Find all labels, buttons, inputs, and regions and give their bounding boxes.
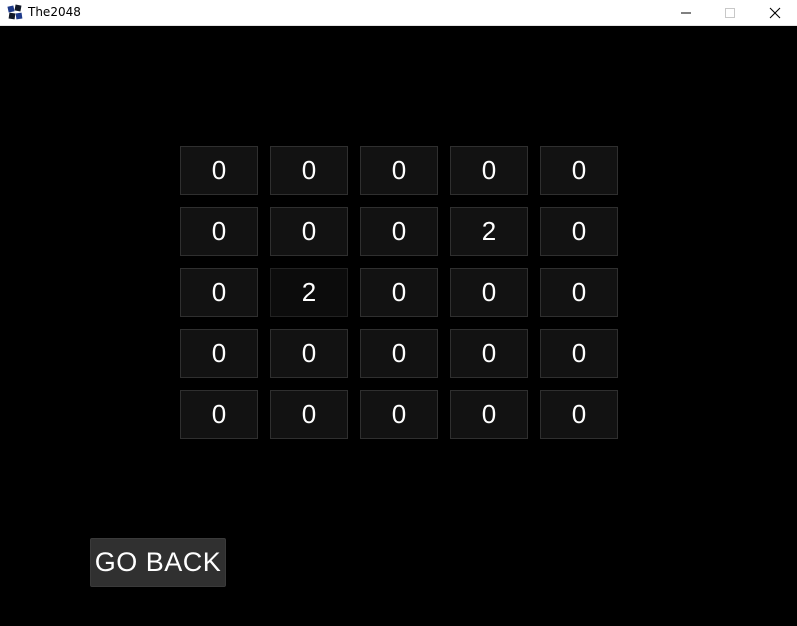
grid-tile: 0: [450, 390, 528, 439]
minimize-button[interactable]: [663, 0, 709, 26]
window-title: The2048: [28, 5, 81, 19]
close-icon: [769, 7, 781, 19]
maximize-button[interactable]: [707, 0, 753, 26]
grid-tile: 0: [540, 390, 618, 439]
grid-tile: 0: [450, 146, 528, 195]
grid-tile: 0: [450, 329, 528, 378]
grid-tile: 0: [360, 207, 438, 256]
grid-tile: 0: [270, 146, 348, 195]
grid-tile: 0: [540, 268, 618, 317]
grid-tile: 0: [180, 146, 258, 195]
grid-tile: 0: [180, 329, 258, 378]
maximize-icon: [725, 8, 735, 18]
grid-tile: 2: [450, 207, 528, 256]
close-button[interactable]: [752, 0, 797, 26]
grid-tile: 0: [180, 268, 258, 317]
title-bar: The2048: [0, 0, 797, 26]
grid-tile: 0: [180, 207, 258, 256]
grid-tile: 0: [270, 329, 348, 378]
grid-tile: 0: [450, 268, 528, 317]
grid-tile: 0: [360, 268, 438, 317]
minimize-icon: [681, 12, 691, 14]
grid-tile: 0: [270, 390, 348, 439]
grid-tile: 0: [360, 146, 438, 195]
grid-tile: 2: [270, 268, 348, 317]
grid-tile: 0: [540, 207, 618, 256]
grid-tile: 0: [180, 390, 258, 439]
grid-tile: 0: [540, 329, 618, 378]
app-logo-icon: [7, 4, 23, 20]
grid-tile: 0: [360, 329, 438, 378]
grid-tile: 0: [270, 207, 348, 256]
go-back-button[interactable]: GO BACK: [90, 538, 226, 587]
grid-tile: 0: [360, 390, 438, 439]
game-area: 0000000020020000000000000 GO BACK: [0, 27, 797, 626]
grid-tile: 0: [540, 146, 618, 195]
